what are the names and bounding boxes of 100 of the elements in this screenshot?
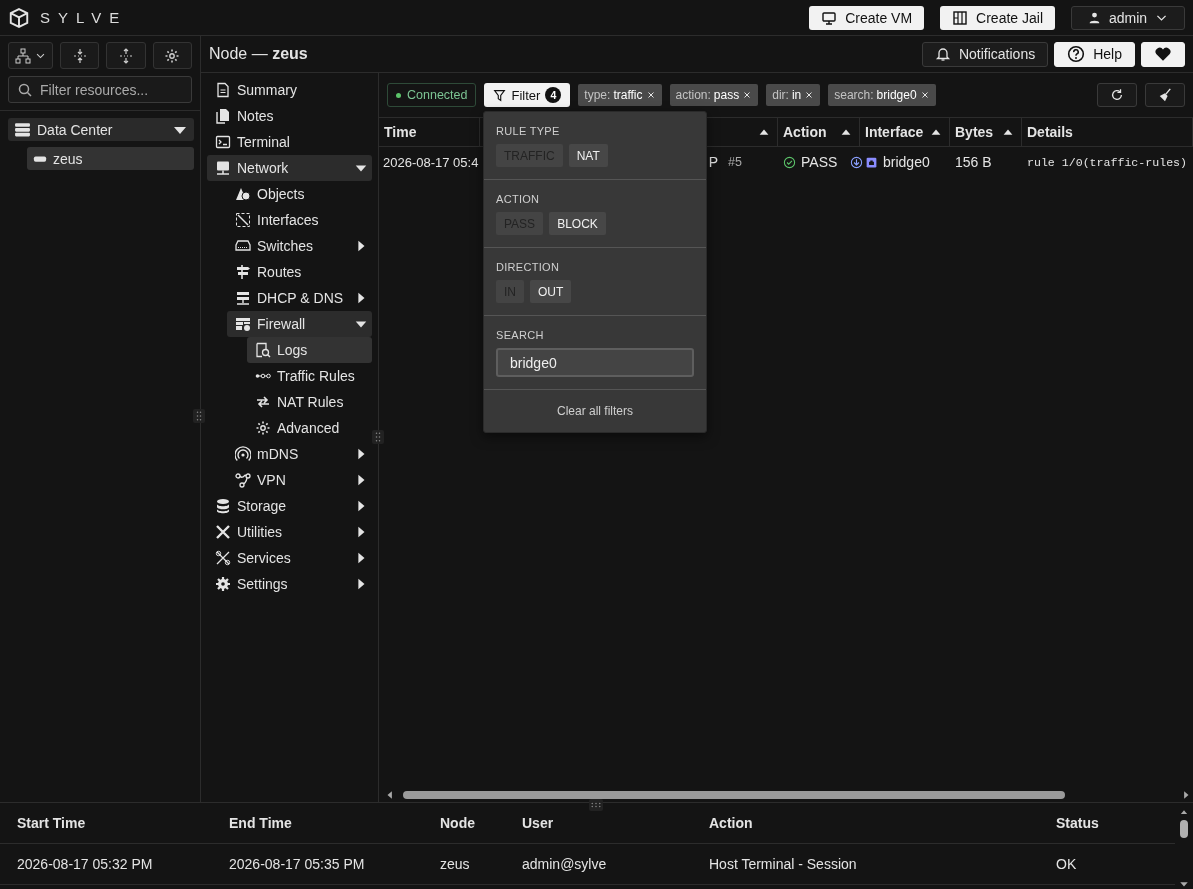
filter-option[interactable]: BLOCK: [549, 212, 606, 235]
services-icon: [215, 550, 231, 566]
scrollbar-thumb[interactable]: [403, 791, 1065, 799]
clear-button[interactable]: [1145, 83, 1185, 107]
remove-icon: [804, 90, 815, 100]
nav-item[interactable]: Settings: [207, 571, 372, 597]
nav-item[interactable]: Switches: [227, 233, 372, 259]
column-header: Action: [709, 815, 754, 831]
create-button[interactable]: Create VM: [809, 5, 925, 30]
filter-chip[interactable]: search: bridge0: [828, 84, 936, 106]
remove-icon: [645, 90, 656, 100]
nav-item[interactable]: Advanced: [247, 415, 372, 441]
funnel-icon: [493, 88, 507, 102]
filter-button[interactable]: Filter 4: [484, 83, 571, 107]
user-menu[interactable]: admin: [1071, 5, 1185, 30]
nav-item[interactable]: DHCP & DNS: [227, 285, 372, 311]
table-cell-text: 156 B: [954, 153, 993, 172]
table-cell-text: zeus: [440, 856, 471, 872]
tools-icon: [215, 524, 231, 540]
bell-icon: [934, 46, 951, 62]
rule-number: #5: [728, 155, 742, 169]
nav-item[interactable]: Terminal: [207, 129, 372, 155]
nav-item[interactable]: Traffic Rules: [247, 363, 372, 389]
filter-option[interactable]: OUT: [530, 280, 572, 303]
log-search-icon: [255, 342, 271, 358]
column-header: End Time: [229, 815, 293, 831]
nav-item[interactable]: Routes: [227, 259, 372, 285]
refresh-button[interactable]: [1097, 83, 1137, 107]
shapes-icon: [235, 186, 251, 202]
page-title: Node — zeus: [209, 45, 309, 63]
nav-item[interactable]: Utilities: [207, 519, 372, 545]
table-cell-text: Host Terminal - Session: [709, 856, 858, 872]
nav-item[interactable]: Summary: [207, 77, 372, 103]
filter-field[interactable]: Filter resources...: [8, 76, 192, 103]
scroll-right-icon[interactable]: [1181, 790, 1191, 800]
resize-handle-icon[interactable]: [372, 430, 384, 444]
create-button[interactable]: Create Jail: [940, 5, 1055, 30]
tree-item[interactable]: Data Center: [8, 118, 194, 141]
search-field[interactable]: bridge0: [496, 348, 694, 377]
filter-option[interactable]: NAT: [568, 144, 608, 167]
help-button[interactable]: Help: [1054, 41, 1135, 67]
expand-all-button[interactable]: [60, 42, 100, 69]
connection-status: Connected: [387, 83, 477, 107]
check-circle-icon: [783, 155, 796, 169]
tree-item[interactable]: zeus: [27, 147, 194, 170]
nav-item[interactable]: Services: [207, 545, 372, 571]
app-name: SYLVE: [40, 9, 128, 26]
column-header: Details: [1022, 118, 1193, 146]
refresh-icon: [1110, 88, 1124, 102]
view-mode-button[interactable]: [8, 42, 54, 69]
nav-item[interactable]: Objects: [227, 181, 372, 207]
terminal-icon: [215, 134, 231, 150]
broadcast-icon: [235, 446, 251, 462]
nav-item[interactable]: Interfaces: [227, 207, 372, 233]
section-title: RULE TYPE: [496, 125, 561, 137]
collapse-all-button[interactable]: [106, 42, 146, 69]
resize-handle-icon[interactable]: [589, 799, 603, 811]
table-cell-text: OK: [1056, 856, 1078, 872]
nav-item[interactable]: VPN: [227, 467, 372, 493]
scroll-down-icon[interactable]: [1179, 879, 1189, 889]
section-title: SEARCH: [496, 329, 545, 341]
column-header[interactable]: Interface: [860, 118, 950, 146]
scroll-left-icon[interactable]: [385, 790, 395, 800]
server-rack-icon: [14, 121, 31, 138]
column-header[interactable]: Action: [778, 118, 860, 146]
nav-item[interactable]: Logs: [247, 337, 372, 363]
filter-chip[interactable]: action: pass: [669, 84, 759, 106]
table-cell-text: rule 1/0(traffic-rules): [1026, 154, 1189, 171]
firewall-icon: [235, 316, 251, 332]
nav-item[interactable]: Firewall: [227, 311, 372, 337]
filter-field[interactable]: Filter resources...: [40, 77, 183, 102]
resize-handle-icon[interactable]: [193, 409, 205, 423]
action-label: PASS: [801, 154, 838, 170]
logo-icon: [8, 6, 30, 29]
switch-icon: [235, 238, 251, 254]
column-header: Node: [440, 815, 476, 831]
favorite-button[interactable]: [1141, 41, 1185, 67]
column-header: User: [522, 815, 555, 831]
table-cell-text: 2026-08-17 05:32 PM: [17, 856, 154, 872]
user-icon: [1087, 11, 1101, 24]
nav-item[interactable]: Notes: [207, 103, 372, 129]
nav-item[interactable]: NAT Rules: [247, 389, 372, 415]
section-title: DIRECTION: [496, 261, 561, 273]
column-header: Start Time: [17, 815, 87, 831]
swap-arrows-icon: [255, 394, 271, 410]
scrollbar-thumb[interactable]: [1180, 820, 1188, 838]
filter-chip[interactable]: type: traffic: [578, 84, 662, 106]
filter-chip[interactable]: dir: in: [766, 84, 821, 106]
interface-label: bridge0: [883, 154, 930, 170]
column-header[interactable]: Bytes: [950, 118, 1022, 146]
settings-button[interactable]: [152, 42, 192, 69]
remove-icon: [919, 90, 930, 100]
table-cell-text: 2026-08-17 05:4: [382, 153, 480, 172]
nav-item[interactable]: mDNS: [227, 441, 372, 467]
broom-icon: [1158, 88, 1172, 102]
clear-filters-link[interactable]: Clear all filters: [484, 390, 706, 432]
nav-item[interactable]: Network: [207, 155, 372, 181]
notifications-button[interactable]: Notifications: [921, 41, 1049, 67]
expand-icon: [71, 47, 88, 64]
nav-item[interactable]: Storage: [207, 493, 372, 519]
